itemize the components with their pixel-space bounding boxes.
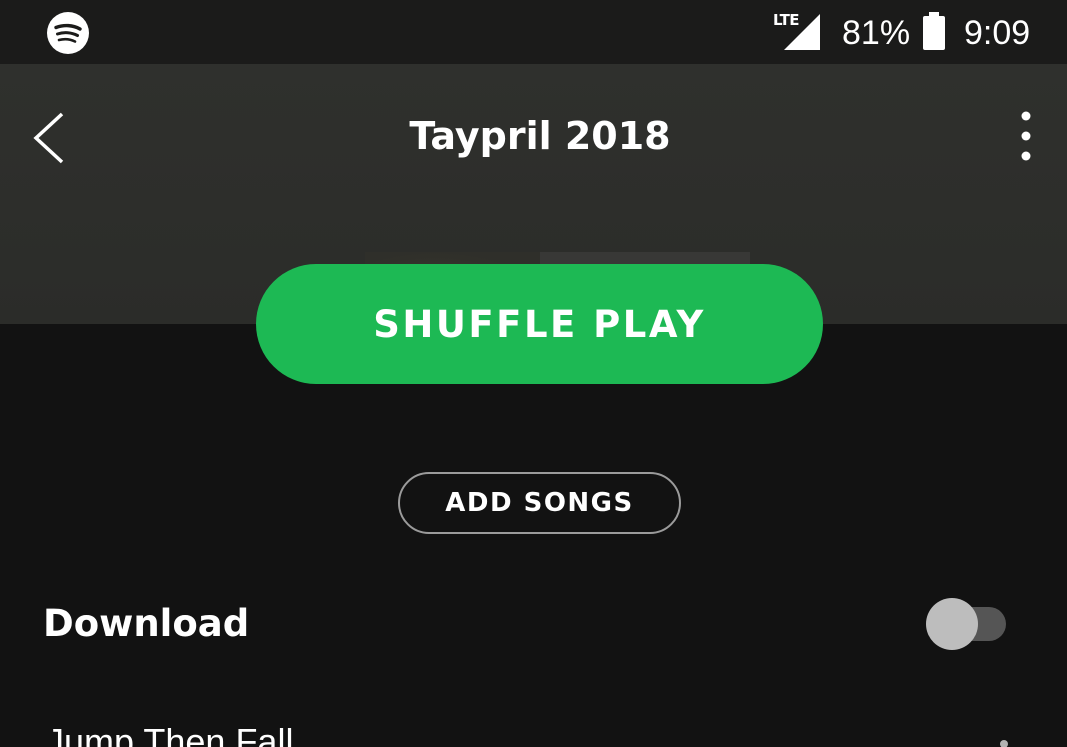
shuffle-play-button[interactable]: SHUFFLE PLAY <box>256 264 823 384</box>
download-label: Download <box>43 602 250 645</box>
battery-percent: 81% <box>842 14 911 52</box>
spotify-logo-icon <box>47 12 89 54</box>
status-bar: LTE 81% 9:09 <box>0 0 1067 64</box>
track-row[interactable]: Jump Then Fall <box>0 700 1067 747</box>
toggle-thumb <box>926 598 978 650</box>
signal-strength-icon <box>784 14 820 50</box>
battery-icon <box>923 12 945 50</box>
more-options-button[interactable] <box>1004 104 1048 164</box>
status-clock: 9:09 <box>964 14 1031 52</box>
track-title: Jump Then Fall <box>46 721 294 747</box>
track-more-options-icon[interactable] <box>1000 740 1008 747</box>
page-title: Taypril 2018 <box>409 114 671 158</box>
playlist-screen: LTE 81% 9:09 Taypril 2018 SHUFFLE PLAY A… <box>0 0 1067 747</box>
download-toggle[interactable] <box>924 596 1010 652</box>
add-songs-button[interactable]: ADD SONGS <box>398 472 681 534</box>
